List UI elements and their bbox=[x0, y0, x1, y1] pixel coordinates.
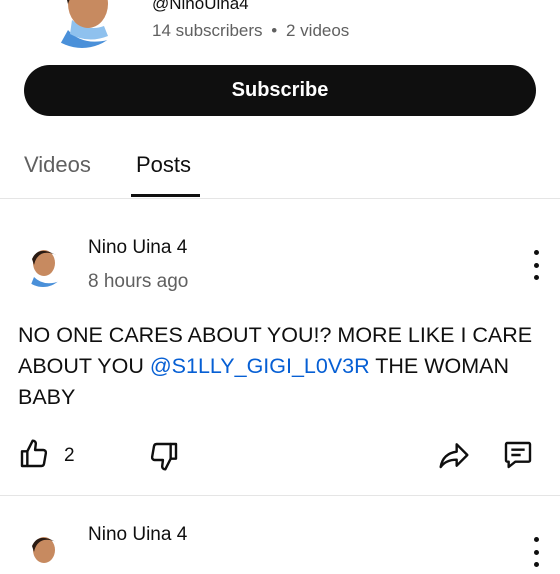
kebab-dot bbox=[533, 537, 539, 542]
kebab-dot bbox=[533, 262, 539, 268]
tab-videos[interactable]: Videos bbox=[24, 152, 91, 178]
kebab-dot bbox=[533, 275, 539, 280]
comment-icon bbox=[504, 441, 532, 469]
like-button[interactable] bbox=[16, 436, 52, 472]
subscriber-count: 14 subscribers bbox=[152, 21, 263, 40]
post-timestamp: 8 hours ago bbox=[88, 271, 189, 292]
tab-posts[interactable]: Posts bbox=[136, 152, 191, 178]
dislike-button[interactable] bbox=[146, 438, 182, 474]
share-button[interactable] bbox=[436, 437, 472, 473]
channel-handle: @NinoUina4 bbox=[152, 0, 249, 13]
post-more-options-button[interactable] bbox=[526, 537, 546, 567]
share-icon bbox=[439, 443, 469, 469]
video-count: 2 videos bbox=[285, 21, 350, 40]
post-divider bbox=[0, 495, 560, 496]
post-author-name[interactable]: Nino Uina 4 bbox=[88, 237, 187, 259]
like-count: 2 bbox=[64, 445, 75, 466]
post-author-name[interactable]: Nino Uina 4 bbox=[88, 524, 187, 546]
post-mention-link[interactable]: @S1LLY_GIGI_L0V3R bbox=[150, 354, 370, 378]
subscribe-button[interactable]: Subscribe bbox=[24, 65, 536, 116]
post-body: NO ONE CARES ABOUT YOU!? MORE LIKE I CAR… bbox=[18, 320, 543, 413]
stats-separator: • bbox=[271, 21, 278, 40]
post-author-avatar[interactable] bbox=[20, 528, 66, 574]
channel-avatar[interactable] bbox=[38, 0, 126, 48]
channel-stats: 14 subscribers • 2 videos bbox=[152, 21, 349, 41]
thumbs-down-icon bbox=[150, 442, 178, 471]
active-tab-indicator bbox=[131, 194, 200, 197]
kebab-dot bbox=[533, 562, 539, 567]
comment-button[interactable] bbox=[500, 437, 536, 473]
kebab-dot bbox=[533, 250, 539, 255]
tabs-divider bbox=[0, 198, 560, 199]
kebab-dot bbox=[533, 549, 539, 555]
post-author-avatar[interactable] bbox=[20, 241, 66, 287]
post-more-options-button[interactable] bbox=[526, 250, 546, 280]
thumbs-up-icon bbox=[20, 439, 48, 468]
